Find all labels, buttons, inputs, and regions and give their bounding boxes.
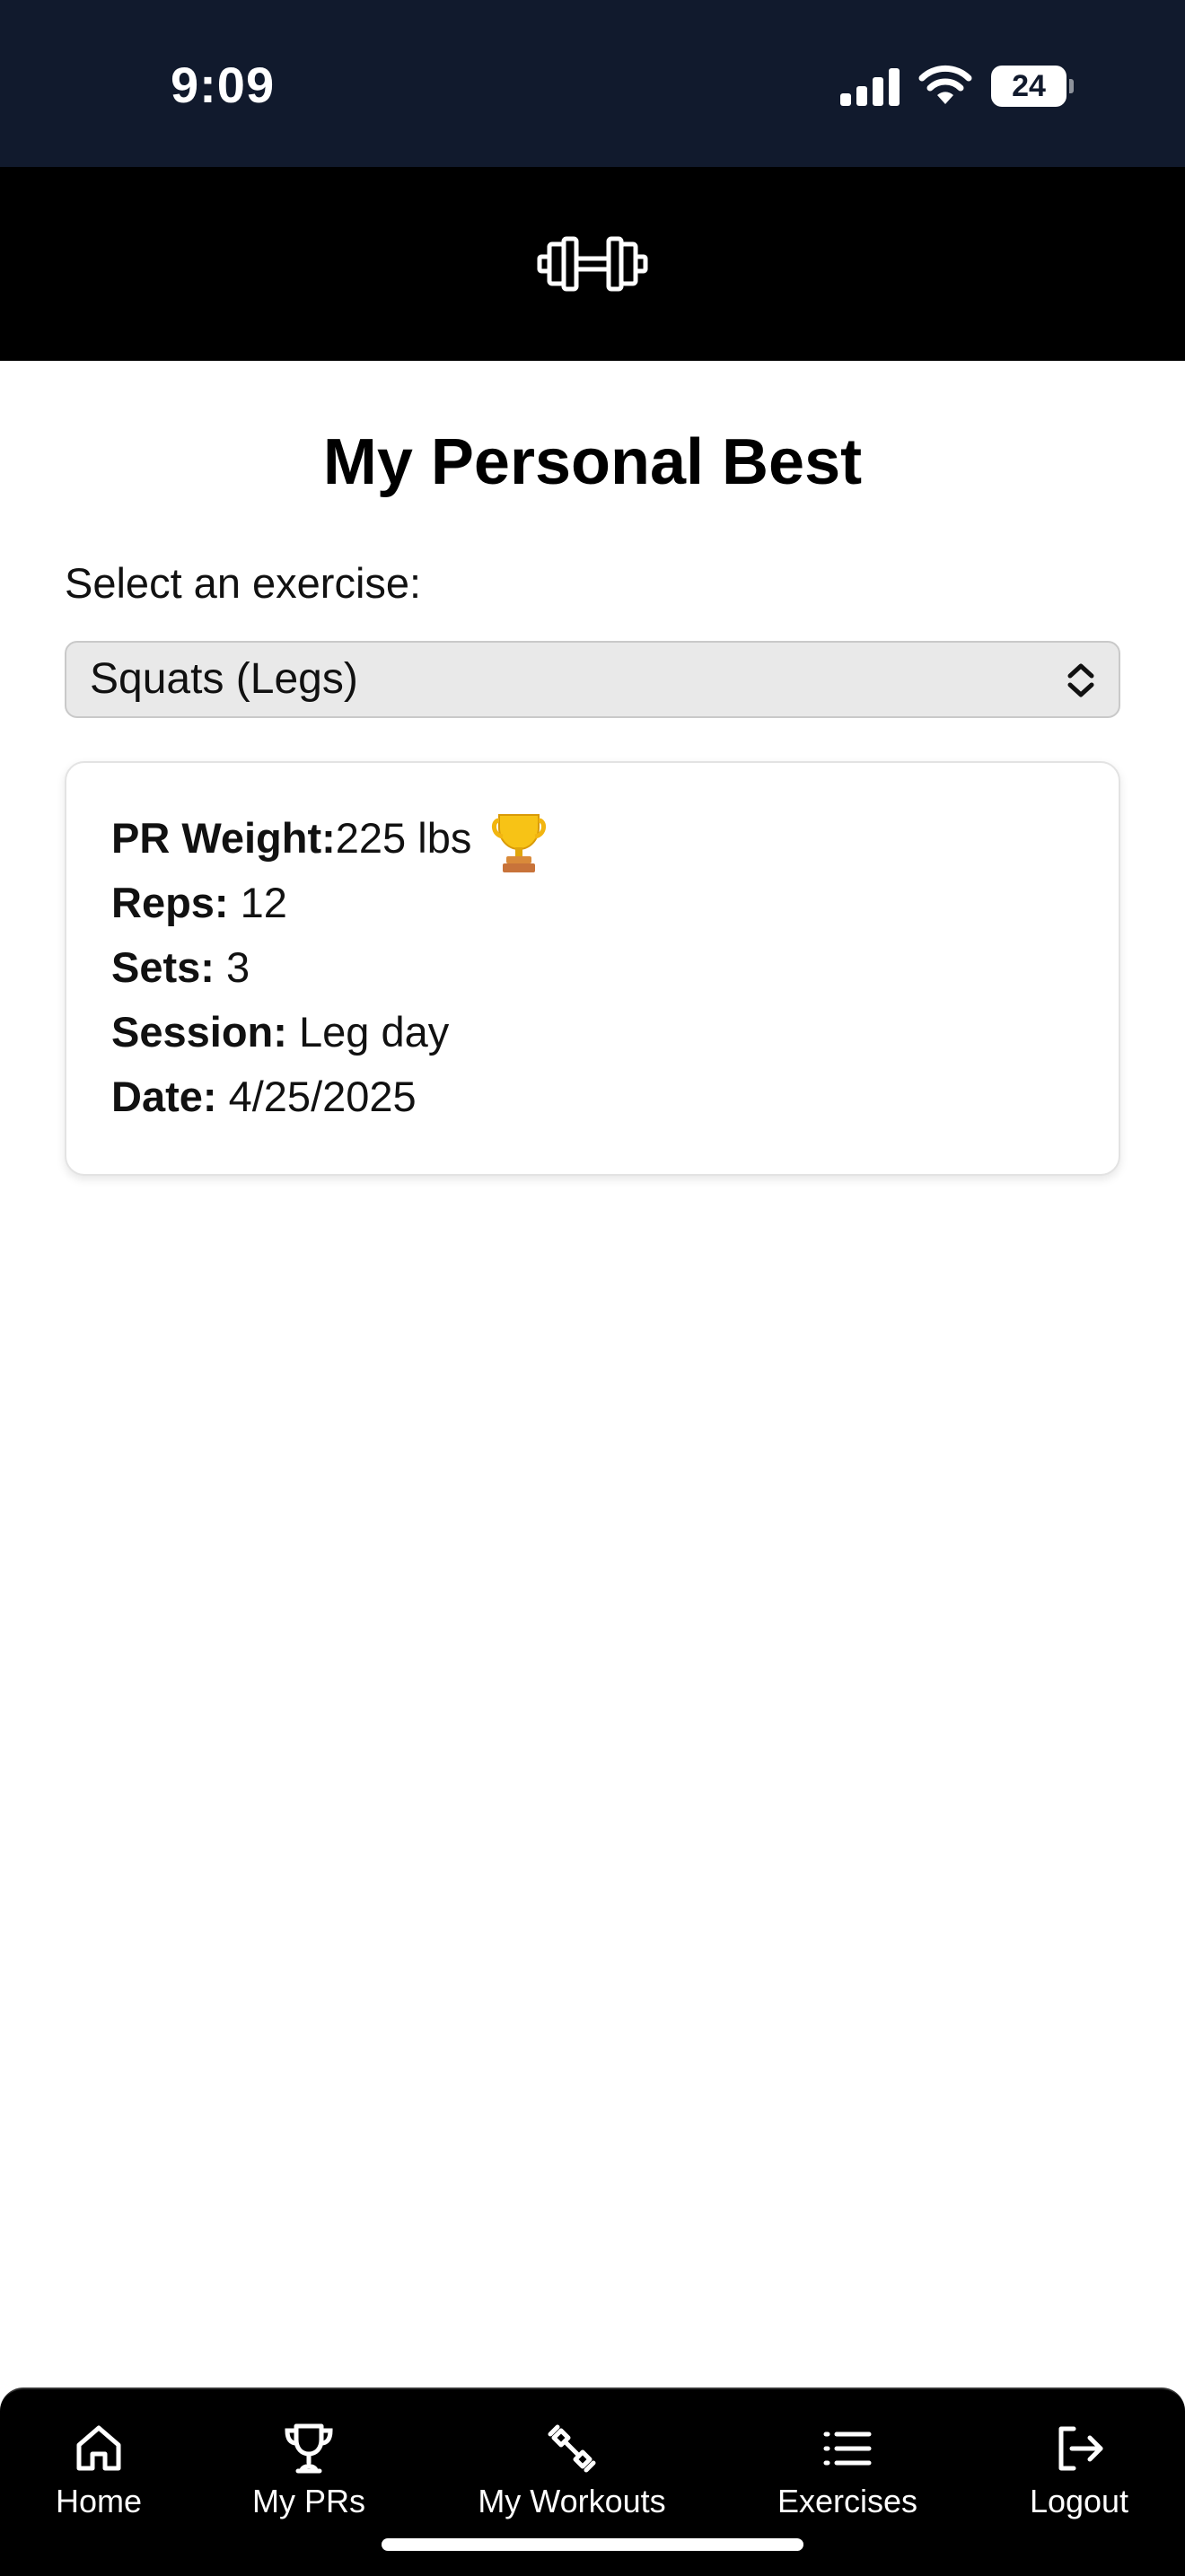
dumbbell-icon[interactable] xyxy=(537,235,648,293)
pr-sets-label: Sets: xyxy=(111,943,215,991)
nav-item-my-workouts[interactable]: My Workouts xyxy=(455,2422,689,2520)
nav-item-logout[interactable]: Logout xyxy=(962,2422,1185,2520)
pr-weight-value: 225 lbs xyxy=(335,814,472,862)
signal-icon xyxy=(840,68,900,106)
pr-date-value: 4/25/2025 xyxy=(228,1073,417,1120)
pr-weight-row: PR Weight:225 lbs xyxy=(111,813,471,863)
pr-sets-row: Sets: 3 xyxy=(111,942,250,992)
pr-session-label: Session: xyxy=(111,1008,287,1056)
app-header xyxy=(0,167,1185,361)
nav-label-logout: Logout xyxy=(1029,2483,1129,2519)
logout-icon xyxy=(1058,2426,1103,2471)
wifi-icon xyxy=(918,65,972,104)
exercise-select-value: Squats (Legs) xyxy=(90,655,358,703)
trophy-icon xyxy=(492,814,546,872)
pr-reps-row: Reps: 12 xyxy=(111,878,287,927)
pr-session-row: Session: Leg day xyxy=(111,1007,449,1056)
pr-date-label: Date: xyxy=(111,1073,217,1120)
home-icon xyxy=(76,2425,121,2471)
pr-weight-label: PR Weight: xyxy=(111,814,336,862)
pr-card: PR Weight:225 lbs Reps: 12 Sets: 3 Sessi… xyxy=(65,761,1120,1176)
home-indicator xyxy=(382,2538,803,2551)
nav-label-my-workouts: My Workouts xyxy=(478,2483,666,2519)
exercise-select[interactable]: Squats (Legs) xyxy=(65,641,1120,718)
nav-item-home[interactable]: Home xyxy=(0,2422,215,2520)
pr-session-value: Leg day xyxy=(298,1008,450,1056)
pr-reps-value: 12 xyxy=(240,879,287,926)
nav-label-exercises: Exercises xyxy=(777,2483,918,2519)
pr-reps-label: Reps: xyxy=(111,879,229,926)
battery-level: 24 xyxy=(1012,69,1046,103)
list-icon xyxy=(823,2431,872,2466)
nav-label-my-prs: My PRs xyxy=(252,2483,365,2519)
pr-sets-value: 3 xyxy=(226,943,250,991)
nav-label-home: Home xyxy=(55,2483,143,2519)
battery-icon: 24 xyxy=(991,66,1074,107)
pr-date-row: Date: 4/25/2025 xyxy=(111,1072,417,1121)
nav-item-exercises[interactable]: Exercises xyxy=(731,2422,964,2520)
nav-item-my-prs[interactable]: My PRs xyxy=(192,2422,426,2520)
status-time: 9:09 xyxy=(171,57,276,113)
status-bar: 9:09 24 xyxy=(0,0,1185,167)
exercise-select-label: Select an exercise: xyxy=(65,559,422,607)
page-title: My Personal Best xyxy=(322,426,863,498)
chevron-updown-icon xyxy=(1067,663,1094,697)
trophy-icon xyxy=(285,2423,333,2474)
dumbbell-icon xyxy=(548,2424,596,2473)
